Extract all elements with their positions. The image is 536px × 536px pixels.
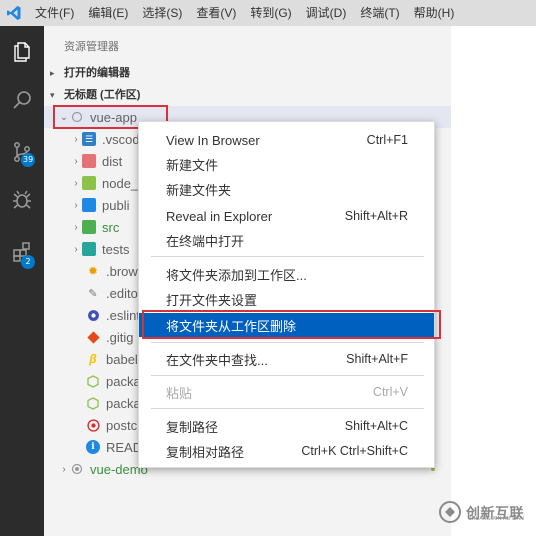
menu-selection[interactable]: 选择(S) [135,0,189,26]
eslint-icon [86,308,100,322]
chevron-right-icon: › [74,177,78,189]
watermark: 创新互联 CHUANG XIN HU LIAN [438,496,534,530]
tree-item-label: READ [106,439,143,455]
tree-item-label: node_ [102,175,139,191]
menu-item-copy-path[interactable]: 复制路径 Shift+Alt+C [139,414,434,438]
menu-edit[interactable]: 编辑(E) [81,0,135,26]
tree-item-label: .eslint [106,307,140,323]
open-editors-section[interactable]: ▸ 打开的编辑器 [44,62,451,84]
source-control-badge: 39 [21,153,36,167]
menu-item-paste: 粘贴 Ctrl+V [166,385,408,401]
readme-info-icon: i [86,440,100,454]
menu-item-new-file[interactable]: 新建文件 [139,152,434,176]
menu-item-add-folder-to-workspace[interactable]: 将文件夹添加到工作区... [139,262,434,286]
editor-area [451,26,536,536]
src-folder-icon [82,220,96,234]
menu-view[interactable]: 查看(V) [189,0,243,26]
tests-folder-icon [82,242,96,256]
public-folder-icon [82,198,96,212]
open-editors-label: 打开的编辑器 [64,67,130,79]
menu-help[interactable]: 帮助(H) [407,0,462,26]
menu-separator [151,342,424,343]
activity-bar: 39 2 [0,26,44,536]
tree-item-label: postc [106,417,138,433]
menu-item-new-folder[interactable]: 新建文件夹 [139,177,434,201]
menu-file[interactable]: 文件(F) [28,0,81,26]
menu-item-view-in-browser[interactable]: View In Browser Ctrl+F1 [139,128,434,152]
watermark-logo-icon [438,500,462,527]
menu-item-open-folder-settings[interactable]: 打开文件夹设置 [139,287,434,311]
editorconfig-icon: ✎ [88,287,98,300]
folder-root-icon [70,462,84,476]
annotation-highlight-box [142,310,441,339]
tree-item-label: .edito [106,285,138,301]
chevron-down-icon: ▾ [50,90,55,100]
tree-item-label: publi [102,197,130,213]
context-menu: View In Browser Ctrl+F1 新建文件 新建文件夹 Reveal… [138,121,435,468]
source-control-icon[interactable]: 39 [0,132,44,172]
postcss-icon [86,418,100,432]
vscode-folder-icon: ☰ [82,132,96,146]
menu-separator [151,256,424,257]
menu-item-reveal-in-explorer[interactable]: Reveal in Explorer Shift+Alt+R [139,204,434,228]
watermark-subtext: CHUANG XIN HU LIAN [468,516,525,522]
npm-package-icon [86,374,100,388]
tree-item-label: .gitig [106,329,134,345]
menu-go[interactable]: 转到(G) [243,0,298,26]
chevron-right-icon: › [62,463,66,475]
menubar: 文件(F) 编辑(E) 选择(S) 查看(V) 转到(G) 调试(D) 终端(T… [0,0,536,26]
menu-item-copy-relative-path[interactable]: 复制相对路径 Ctrl+K Ctrl+Shift+C [139,439,434,463]
chevron-right-icon: › [74,199,78,211]
chevron-right-icon: › [74,243,78,255]
dist-folder-icon [82,154,96,168]
tree-item-label: .vscod [102,131,140,147]
tree-item-label: src [102,219,120,235]
tree-item-label: babel [106,351,138,367]
menu-debug[interactable]: 调试(D) [299,0,354,26]
chevron-right-icon: ▸ [50,68,55,78]
git-icon [86,330,100,344]
menu-item-find-in-folder[interactable]: 在文件夹中查找... Shift+Alt+F [139,347,434,371]
vscode-logo-icon [0,0,28,26]
tree-item-label: dist [102,153,123,169]
menu-item-open-in-terminal[interactable]: 在终端中打开 [139,228,434,252]
node-folder-icon [82,176,96,190]
browserslist-icon: ✹ [87,264,99,278]
extensions-icon[interactable]: 2 [0,232,44,272]
chevron-right-icon: › [74,221,78,233]
babel-icon: β [89,352,97,366]
extensions-badge: 2 [21,255,35,269]
tree-item-label: packa [106,395,141,411]
chevron-right-icon: › [74,155,78,167]
tree-item-label: tests [102,241,130,257]
search-icon[interactable] [0,80,44,120]
tree-item-label: .brow [106,263,138,279]
menu-separator [151,375,424,376]
menu-terminal[interactable]: 终端(T) [353,0,406,26]
debug-icon[interactable] [0,180,44,220]
workspace-section[interactable]: ▾ 无标题 (工作区) [44,84,451,106]
tree-item-label: packa [106,373,141,389]
explorer-title: 资源管理器 [64,41,119,53]
files-icon[interactable] [0,32,44,72]
workspace-label: 无标题 (工作区) [64,89,141,101]
menu-separator [151,408,424,409]
chevron-right-icon: › [74,133,78,145]
npm-package-lock-icon [86,396,100,410]
